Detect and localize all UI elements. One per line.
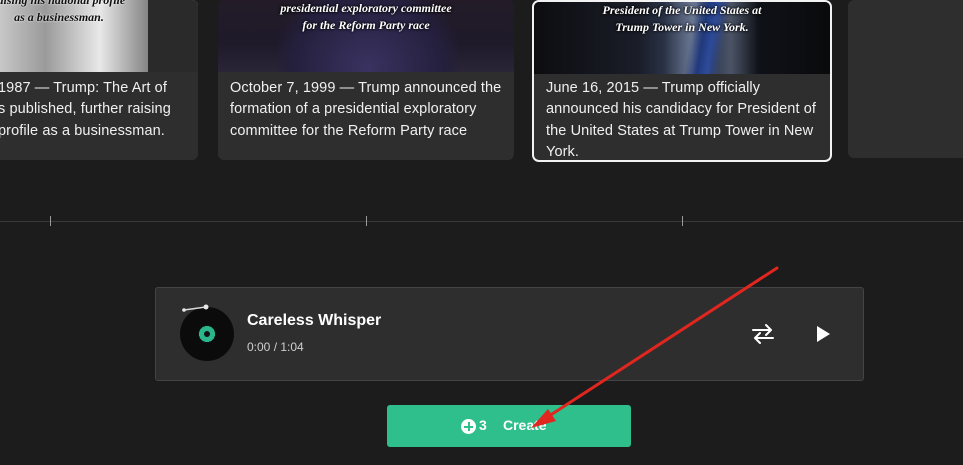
create-button[interactable]: 3 Create (387, 405, 631, 447)
card-thumbnail: raising his national profile as a busine… (0, 0, 198, 72)
timeline-card-1999[interactable]: presidential exploratory committee for t… (218, 0, 514, 160)
card-description: October 7, 1999 — Trump announced the fo… (230, 80, 502, 139)
timeline-tick (50, 216, 51, 226)
timeline-tick (366, 216, 367, 226)
play-icon[interactable] (812, 323, 834, 345)
thumbnail-caption: President of the United States at Trump … (602, 3, 762, 34)
tonearm-icon (182, 304, 209, 312)
card-description: June 16, 2015 — Trump officially announc… (546, 80, 817, 160)
thumbnail-dark-panel (148, 0, 198, 72)
music-player: Careless Whisper 0:00 / 1:04 (155, 287, 864, 381)
track-title: Careless Whisper (247, 312, 382, 329)
record-hole (204, 331, 210, 337)
card-thumbnail: presidential exploratory committee for t… (218, 0, 514, 72)
thumbnail-caption: raising his national profile as a busine… (0, 0, 126, 24)
timeline-card-next[interactable] (848, 0, 963, 158)
timeline-card-2015-selected[interactable]: President of the United States at Trump … (532, 0, 832, 162)
thumbnail-caption: presidential exploratory committee for t… (280, 1, 452, 32)
create-label: Create (503, 417, 547, 433)
timeline-track[interactable] (0, 221, 963, 222)
credit-count: 3 (479, 417, 487, 433)
track-time: 0:00 / 1:04 (247, 340, 304, 354)
card-description: 1987 — Trump: The Art of s published, fu… (0, 80, 171, 139)
swap-arrows-icon[interactable] (750, 322, 776, 346)
vinyl-record-icon (180, 307, 234, 361)
timeline-card-1987[interactable]: raising his national profile as a busine… (0, 0, 198, 160)
timeline-tick (682, 216, 683, 226)
card-thumbnail: President of the United States at Trump … (534, 2, 830, 74)
plus-circle-icon (461, 419, 476, 434)
